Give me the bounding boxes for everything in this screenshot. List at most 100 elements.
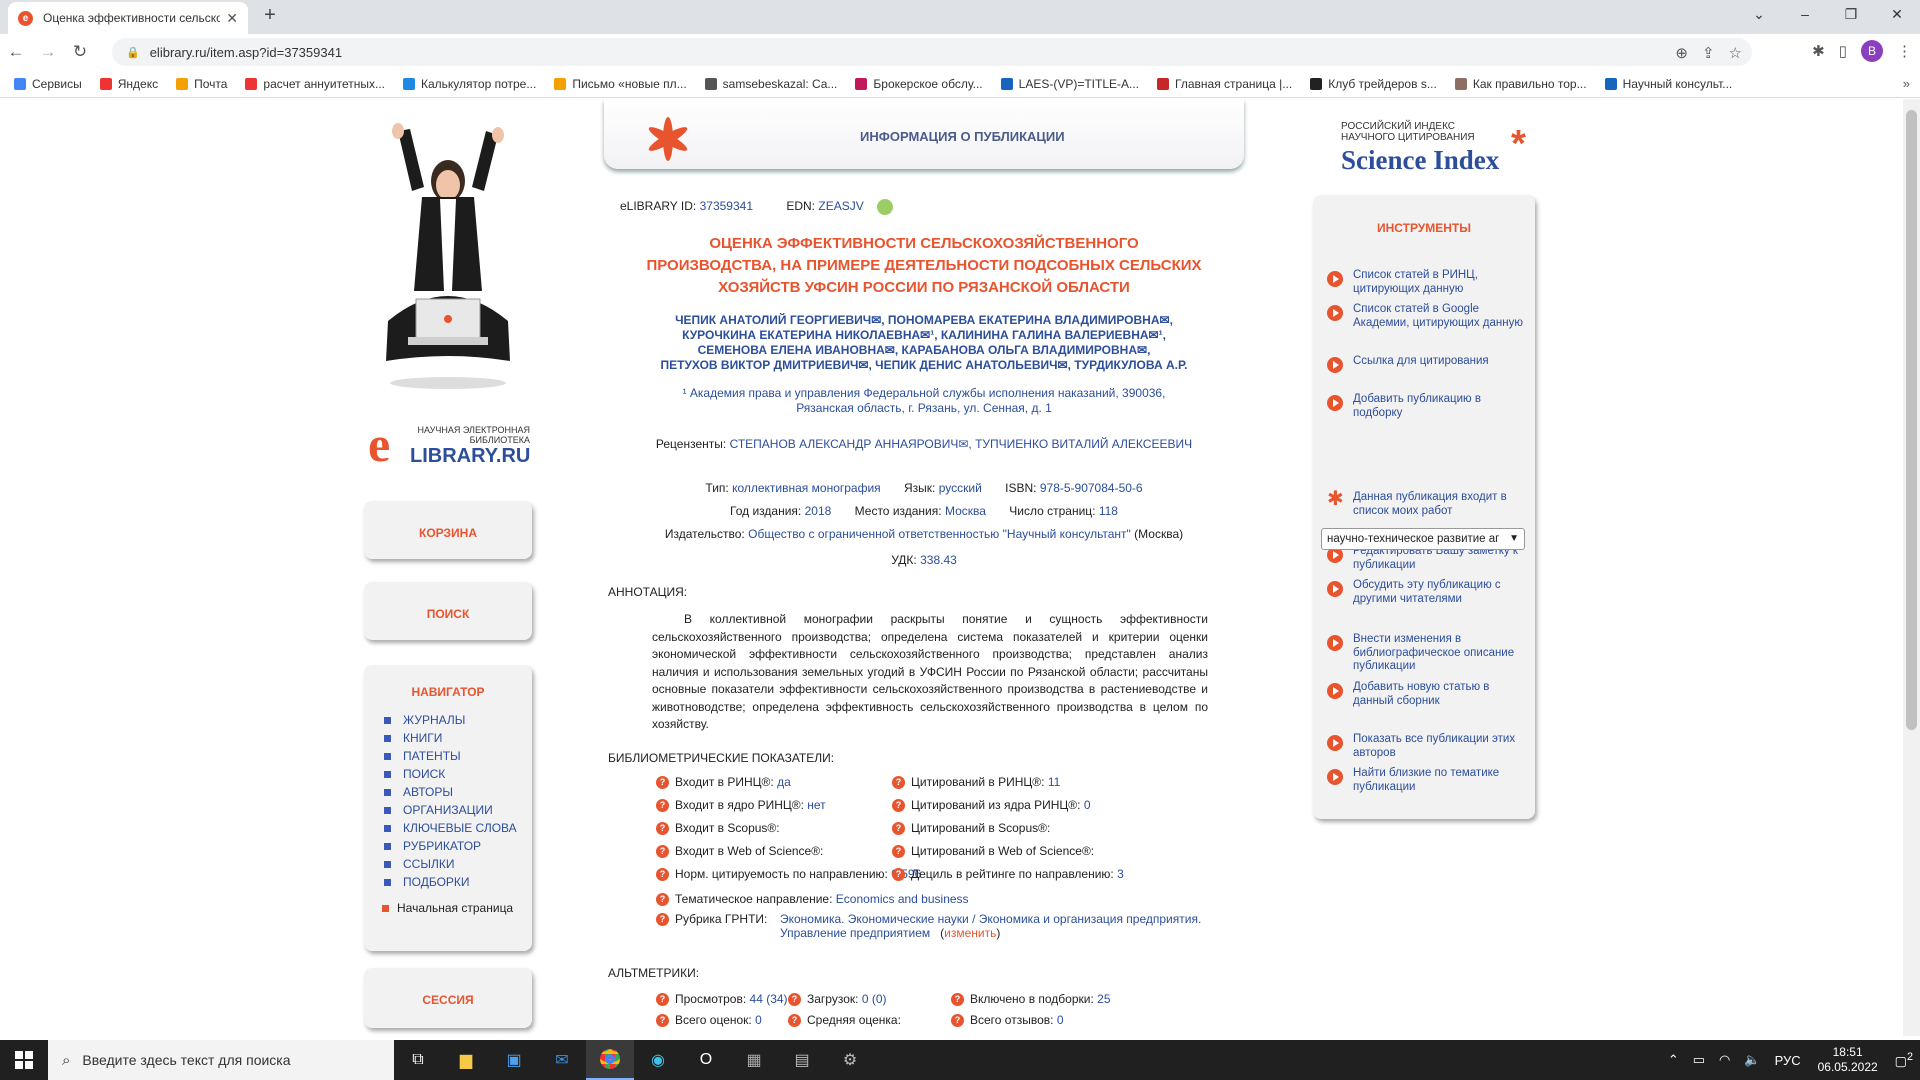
- authors-line[interactable]: ПЕТУХОВ ВИКТОР ДМИТРИЕВИЧ✉, ЧЕПИК ДЕНИС …: [634, 358, 1214, 373]
- tool-link-label[interactable]: Список статей в РИНЦ, цитирующих данную: [1353, 269, 1527, 296]
- altmetric-value[interactable]: 0: [1057, 1013, 1064, 1027]
- science-index-logo[interactable]: РОССИЙСКИЙ ИНДЕКС НАУЧНОГО ЦИТИРОВАНИЯ S…: [1341, 121, 1541, 181]
- help-icon[interactable]: ?: [656, 913, 669, 927]
- navigator-item[interactable]: ССЫЛКИ: [384, 855, 532, 873]
- home-link[interactable]: Начальная страница: [364, 901, 532, 915]
- chevron-down-icon[interactable]: ▼: [1509, 529, 1519, 549]
- sidepanel-icon[interactable]: ▯: [1839, 42, 1847, 60]
- bookmark-item[interactable]: Брокерское обслу...: [855, 77, 983, 91]
- tool-link[interactable]: Список статей в Google Академии, цитирую…: [1327, 303, 1527, 330]
- theme-value[interactable]: Economics and business: [836, 892, 969, 906]
- chrome-icon[interactable]: [586, 1040, 634, 1080]
- opera-icon[interactable]: O: [682, 1040, 730, 1080]
- altmetric-value[interactable]: 44 (34): [750, 992, 788, 1006]
- bookmark-item[interactable]: Сервисы: [14, 77, 82, 91]
- navigator-item[interactable]: ОРГАНИЗАЦИИ: [384, 801, 532, 819]
- tool-link-label[interactable]: Обсудить эту публикацию с другими читате…: [1353, 579, 1527, 606]
- bookmark-label[interactable]: Клуб трейдеров s...: [1328, 77, 1437, 91]
- edn-qr-icon[interactable]: [877, 199, 894, 215]
- tool-link[interactable]: Добавить публикацию в подборку: [1327, 393, 1527, 420]
- session-label[interactable]: СЕССИЯ: [422, 993, 473, 1007]
- navigator-item-label[interactable]: ЖУРНАЛЫ: [403, 713, 465, 727]
- help-icon[interactable]: ?: [656, 868, 669, 882]
- bibliometric-value[interactable]: да: [777, 775, 791, 789]
- authors-line[interactable]: СЕМЕНОВА ЕЛЕНА ИВАНОВНА✉, КАРАБАНОВА ОЛЬ…: [634, 343, 1214, 358]
- scrollbar-thumb[interactable]: [1906, 110, 1917, 730]
- bookmark-label[interactable]: Письмо «новые пл...: [572, 77, 686, 91]
- tool-link-label[interactable]: Список статей в Google Академии, цитирую…: [1353, 303, 1527, 330]
- browser-tab[interactable]: e Оценка эффективности сельскохозяйствен…: [8, 2, 248, 34]
- affiliation[interactable]: ¹ Академия права и управления Федерально…: [604, 386, 1244, 416]
- device-icon[interactable]: ▭: [1693, 1052, 1705, 1068]
- tool-link-label[interactable]: Ссылка для цитирования: [1353, 355, 1489, 373]
- home-link-label[interactable]: Начальная страница: [397, 901, 513, 915]
- reload-button[interactable]: ↻: [64, 42, 96, 62]
- help-icon[interactable]: ?: [892, 845, 905, 859]
- bookmark-label[interactable]: Как правильно тор...: [1473, 77, 1587, 91]
- lock-icon[interactable]: 🔒: [126, 46, 140, 59]
- bookmark-label[interactable]: Брокерское обслу...: [873, 77, 982, 91]
- tool-link-label[interactable]: Добавить новую статью в данный сборник: [1353, 681, 1527, 708]
- collection-select-value[interactable]: научно-техническое развитие аг: [1327, 533, 1499, 545]
- close-window-button[interactable]: ✕: [1874, 0, 1920, 30]
- new-tab-button[interactable]: +: [258, 4, 282, 27]
- elibrary-logo[interactable]: e НАУЧНАЯ ЭЛЕКТРОННАЯ БИБЛИОТЕКА LIBRARY…: [368, 419, 538, 473]
- tool-link[interactable]: Внести изменения в библиографическое опи…: [1327, 633, 1527, 674]
- more-bookmarks-icon[interactable]: »: [1903, 76, 1910, 91]
- help-icon[interactable]: ?: [892, 799, 905, 813]
- bookmark-item[interactable]: samsebeskazal: Ca...: [704, 77, 838, 91]
- navigator-item[interactable]: ПОИСК: [384, 765, 532, 783]
- bibliometric-value[interactable]: 0: [1084, 798, 1091, 812]
- language-indicator[interactable]: РУС: [1775, 1053, 1801, 1068]
- navigator-item[interactable]: КНИГИ: [384, 729, 532, 747]
- task-view-icon[interactable]: ⧉: [394, 1040, 442, 1080]
- tool-link[interactable]: Обсудить эту публикацию с другими читате…: [1327, 579, 1527, 606]
- back-button[interactable]: ←: [0, 42, 32, 62]
- help-icon[interactable]: ?: [656, 822, 669, 836]
- bookmark-label[interactable]: samsebeskazal: Ca...: [723, 77, 838, 91]
- basket-box[interactable]: КОРЗИНА: [364, 501, 532, 559]
- help-icon[interactable]: ?: [892, 776, 905, 790]
- search-box[interactable]: ПОИСК: [364, 582, 532, 640]
- tool-link-label[interactable]: Внести изменения в библиографическое опи…: [1353, 633, 1527, 674]
- bibliometric-value[interactable]: 11: [1048, 775, 1060, 789]
- navigator-item-label[interactable]: КЛЮЧЕВЫЕ СЛОВА: [403, 821, 517, 835]
- tool-link[interactable]: Список статей в РИНЦ, цитирующих данную: [1327, 269, 1527, 296]
- bibliometric-value[interactable]: 3: [1117, 867, 1124, 881]
- tool-link-label[interactable]: Добавить публикацию в подборку: [1353, 393, 1527, 420]
- bookmark-label[interactable]: Сервисы: [32, 77, 82, 91]
- altmetric-value[interactable]: 0: [755, 1013, 762, 1027]
- bookmark-item[interactable]: LAES-(VP)=TITLE-A...: [1000, 77, 1139, 91]
- tool-link-label[interactable]: Найти близкие по тематике публикации: [1353, 767, 1527, 794]
- bookmark-item[interactable]: расчет аннуитетных...: [245, 77, 385, 91]
- url-text[interactable]: elibrary.ru/item.asp?id=37359341: [150, 45, 342, 60]
- basket-label[interactable]: КОРЗИНА: [419, 526, 477, 540]
- help-icon[interactable]: ?: [656, 776, 669, 790]
- chevron-up-icon[interactable]: ⌃: [1668, 1052, 1679, 1068]
- bibliometric-value[interactable]: нет: [807, 798, 825, 812]
- navigator-item-label[interactable]: АВТОРЫ: [403, 785, 453, 799]
- authors-line[interactable]: КУРОЧКИНА ЕКАТЕРИНА НИКОЛАЕВНА✉¹, КАЛИНИ…: [634, 328, 1214, 343]
- navigator-item-label[interactable]: ПАТЕНТЫ: [403, 749, 461, 763]
- bookmark-item[interactable]: Яндекс: [99, 77, 158, 91]
- bookmark-item[interactable]: Главная страница |...: [1157, 77, 1292, 91]
- bookmark-label[interactable]: Научный консульт...: [1623, 77, 1733, 91]
- address-bar[interactable]: 🔒 elibrary.ru/item.asp?id=37359341 ⊕ ⇪ ☆: [112, 38, 1752, 66]
- bookmark-item[interactable]: Калькулятор потре...: [403, 77, 536, 91]
- bookmark-item[interactable]: Письмо «новые пл...: [554, 77, 687, 91]
- forward-button[interactable]: →: [32, 42, 64, 62]
- bookmark-label[interactable]: Почта: [194, 77, 227, 91]
- tab-search-icon[interactable]: ⌄: [1736, 0, 1782, 30]
- bookmark-label[interactable]: Яндекс: [118, 77, 158, 91]
- navigator-item[interactable]: РУБРИКАТОР: [384, 837, 532, 855]
- bookmark-item[interactable]: Клуб трейдеров s...: [1310, 77, 1437, 91]
- search-label[interactable]: ПОИСК: [427, 607, 470, 621]
- help-icon[interactable]: ?: [656, 1014, 669, 1028]
- help-icon[interactable]: ?: [892, 822, 905, 836]
- bookmark-label[interactable]: Калькулятор потре...: [421, 77, 536, 91]
- bookmark-star-icon[interactable]: ☆: [1729, 44, 1742, 62]
- file-explorer-icon[interactable]: ▆: [442, 1040, 490, 1080]
- navigator-item[interactable]: КЛЮЧЕВЫЕ СЛОВА: [384, 819, 532, 837]
- restore-button[interactable]: ❐: [1828, 0, 1874, 30]
- close-tab-icon[interactable]: ✕: [226, 10, 238, 27]
